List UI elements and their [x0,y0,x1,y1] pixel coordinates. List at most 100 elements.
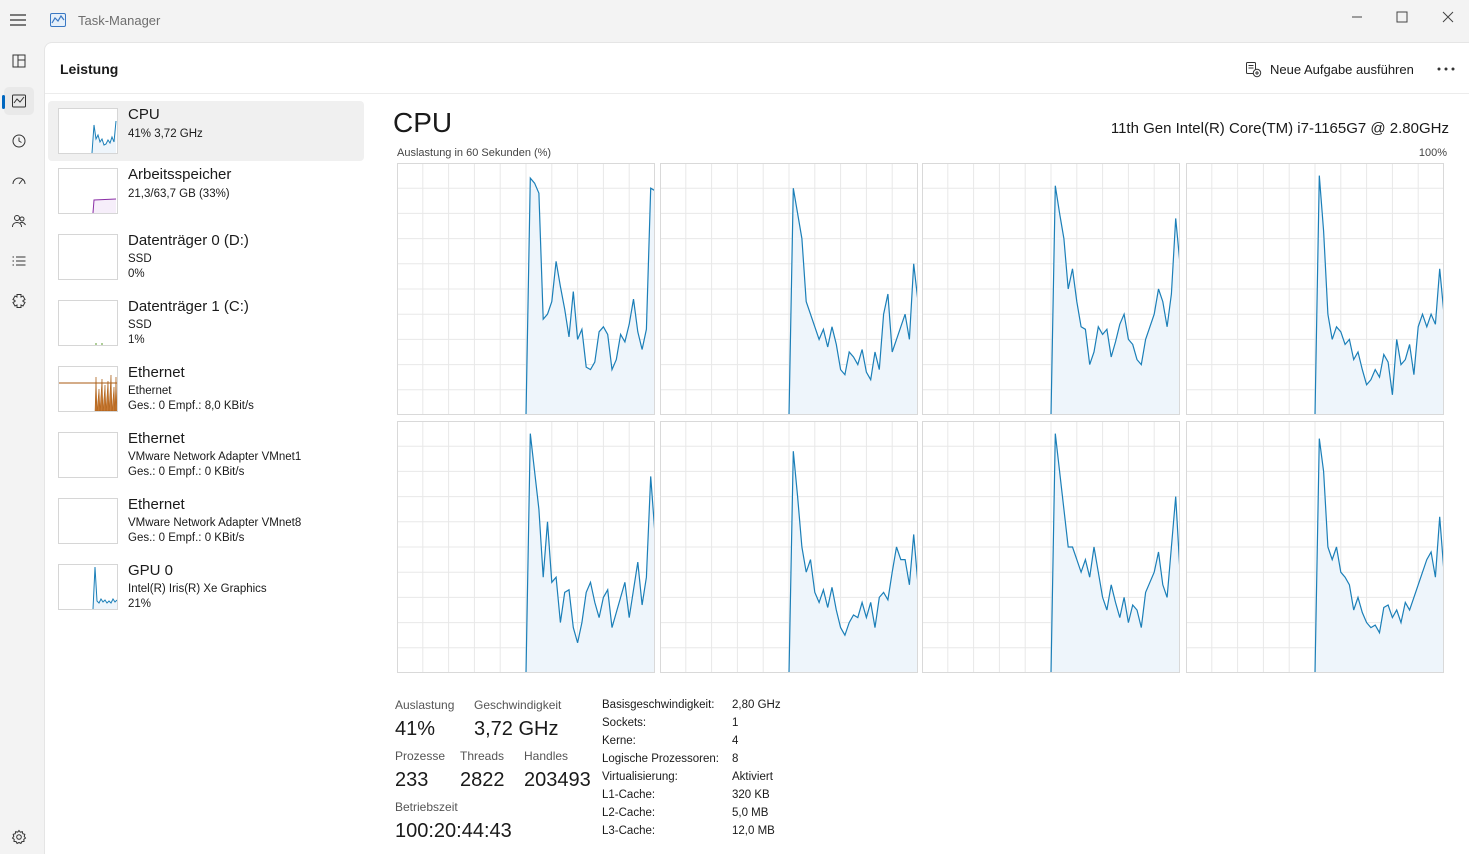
spec-value: 8 [732,753,739,765]
run-new-task-button[interactable]: Neue Aufgabe ausführen [1245,59,1414,79]
close-icon[interactable] [1437,6,1459,28]
spec-value: 1 [732,717,739,729]
cpu-usage-area [1315,175,1444,415]
main-content: Leistung Neue Aufgabe ausführen CPU 41% … [44,42,1469,854]
startup-icon [12,177,26,185]
sidebar-item-detail: 21% [128,598,152,610]
run-new-task-label: Neue Aufgabe ausführen [1270,61,1414,77]
spec-label: Kerne: [602,735,636,747]
spec-label: L1-Cache: [602,789,656,801]
cpu-usage-area [789,451,918,673]
sidebar-item-detail: Ethernet [128,385,172,397]
run-task-icon [1246,61,1262,77]
stat-value: 203493 [524,769,591,791]
sidebar-item-title: Arbeitsspeicher [128,166,232,183]
cpu-thumbnail-graph [58,108,118,154]
sidebar-item-detail: SSD [128,253,152,265]
navigation-rail [0,42,44,853]
cpu-usage-area [1051,185,1180,415]
sidebar-item-detail: Ges.: 0 Empf.: 0 KBit/s [128,532,245,544]
spec-label: L2-Cache: [602,807,656,819]
nav-details[interactable] [4,247,34,275]
task-manager-logo-icon [50,12,66,28]
spec-value: 2,80 GHz [732,699,781,711]
stat-label: Prozesse [395,749,446,763]
disk-thumbnail-graph [58,234,118,280]
cpu-core-graph [922,421,1180,673]
sidebar-item-disk-1[interactable]: Datenträger 1 (C:) SSD 1% [48,293,364,353]
sidebar-item-ethernet-vmnet8[interactable]: Ethernet VMware Network Adapter VMnet8 G… [48,491,364,551]
window-title: Task-Manager [78,13,161,28]
memory-thumbnail-graph [58,168,118,214]
nav-users[interactable] [4,207,34,235]
nav-services[interactable] [4,287,34,315]
more-options-icon[interactable] [1435,58,1457,80]
spec-label: Sockets: [602,717,647,729]
stat-label: Geschwindigkeit [474,698,562,712]
nav-history[interactable] [4,127,34,155]
stat-value: 2822 [460,769,505,791]
stat-value: 233 [395,769,429,791]
sidebar-item-title: Ethernet [128,364,185,381]
sidebar-item-detail: SSD [128,319,152,331]
sidebar-item-cpu[interactable]: CPU 41% 3,72 GHz [48,101,364,161]
spec-label: Virtualisierung: [602,771,678,783]
cpu-usage-area [1315,438,1444,673]
sidebar-item-gpu[interactable]: GPU 0 Intel(R) Iris(R) Xe Graphics 21% [48,557,364,617]
ethernet-thumbnail-graph [58,366,118,412]
title-bar: Task-Manager [0,0,1469,42]
minimize-icon[interactable] [1346,6,1368,28]
ethernet-thumbnail-graph [58,498,118,544]
gpu-thumbnail-graph [58,564,118,610]
spec-label: Logische Prozessoren: [602,753,719,765]
spec-value: 4 [732,735,739,747]
spec-label: Basisgeschwindigkeit: [602,699,715,711]
sidebar-item-disk-0[interactable]: Datenträger 0 (D:) SSD 0% [48,227,364,287]
sidebar-item-detail: Intel(R) Iris(R) Xe Graphics [128,583,267,595]
spec-value: Aktiviert [732,771,773,783]
ethernet-thumbnail-graph [58,432,118,478]
sidebar-item-memory[interactable]: Arbeitsspeicher 21,3/63,7 GB (33%) [48,161,364,221]
cpu-core-graph [660,163,918,415]
nav-startup[interactable] [4,167,34,195]
cpu-core-graph [397,163,655,415]
users-icon [12,215,26,228]
stat-label: Handles [524,749,569,763]
spec-label: L3-Cache: [602,825,656,837]
sidebar-item-detail: Ges.: 0 Empf.: 8,0 KBit/s [128,400,254,412]
stat-label: Betriebszeit [395,800,458,814]
sidebar-item-detail: 41% 3,72 GHz [128,128,203,140]
cpu-core-graph [660,421,918,673]
cpu-core-graph [1186,421,1444,673]
graph-max-label: 100% [1418,147,1447,159]
sidebar-item-ethernet[interactable]: Ethernet Ethernet Ges.: 0 Empf.: 8,0 KBi… [48,359,364,419]
spec-value: 5,0 MB [732,807,769,819]
sidebar-item-detail: VMware Network Adapter VMnet8 [128,517,302,529]
stat-label: Threads [460,749,505,763]
sidebar-item-title: Datenträger 1 (C:) [128,298,249,315]
stat-value: 41% [395,718,436,740]
sidebar-item-detail: 0% [128,268,145,280]
sidebar-item-title: Datenträger 0 (D:) [128,232,249,249]
sidebar-item-title: Ethernet [128,496,185,513]
maximize-icon[interactable] [1391,6,1413,28]
cpu-usage-area [789,188,918,415]
cpu-core-graph [1186,163,1444,415]
spec-value: 320 KB [732,789,770,801]
stat-label: Auslastung [395,698,455,712]
sidebar-item-ethernet-vmnet1[interactable]: Ethernet VMware Network Adapter VMnet1 G… [48,425,364,485]
cpu-heading: CPU [393,107,453,138]
sidebar-item-title: CPU [128,106,160,123]
nav-processes[interactable] [4,47,34,75]
command-bar: Leistung Neue Aufgabe ausführen [45,43,1469,94]
cpu-core-graph [922,163,1180,415]
processes-icon [12,54,26,68]
nav-performance[interactable] [2,87,34,115]
utilization-graph-label: Auslastung in 60 Sekunden (%) [397,147,552,159]
nav-settings[interactable] [4,823,34,851]
spec-value: 12,0 MB [732,825,775,837]
stat-value: 3,72 GHz [474,718,559,740]
cpu-model-name: 11th Gen Intel(R) Core(TM) i7-1165G7 @ 2… [1110,120,1449,137]
sidebar-item-title: Ethernet [128,430,185,447]
hamburger-menu-icon[interactable] [8,10,28,30]
